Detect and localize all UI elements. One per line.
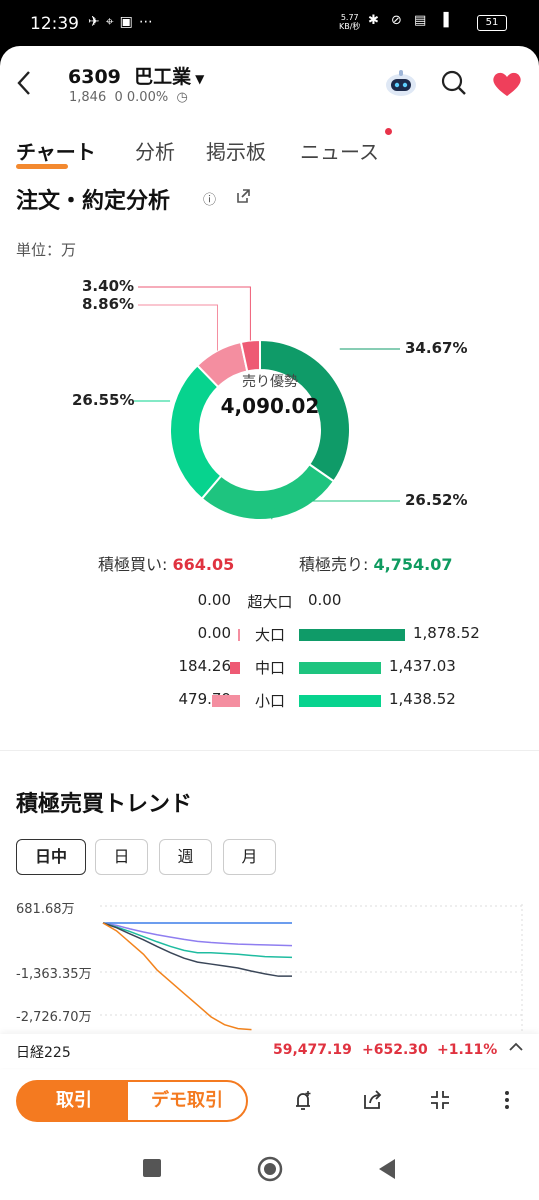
sell-amount: 0.00: [308, 591, 342, 609]
donut-label: 3.40%: [82, 277, 135, 295]
stock-code: 6309: [68, 66, 121, 88]
order-analysis-title: 注文・約定分析: [16, 189, 171, 214]
y-tick-label: 681.68万: [16, 902, 75, 917]
order-size-label: 小口: [254, 692, 285, 710]
buy-bar: [212, 695, 240, 707]
tab-analysis[interactable]: 分析: [135, 136, 175, 165]
sell-bar: [299, 629, 405, 641]
order-size-row: 479.79 小口 1,438.52: [0, 690, 539, 712]
index-value: 59,477.19: [273, 1042, 352, 1058]
order-size-row: 0.00 大口 1,878.52: [0, 624, 539, 646]
tab-news[interactable]: ニュース: [300, 136, 379, 165]
trend-series-line: [102, 922, 293, 959]
stock-name: 巴工業: [134, 66, 192, 88]
unit-label: 単位：万: [16, 241, 77, 259]
sell-amount: 1,438.52: [389, 690, 456, 708]
network-speed-unit: KB/秒: [339, 22, 361, 31]
demo-trade-button[interactable]: デモ取引: [126, 1080, 248, 1122]
export-icon[interactable]: [235, 188, 251, 204]
buy-amount: 0.00: [197, 624, 231, 642]
order-size-label: 中口: [254, 659, 285, 677]
battery-icon: 51: [477, 15, 507, 31]
active-buy-value: 664.05: [172, 555, 235, 574]
active-tab-indicator: [16, 164, 68, 169]
price: 1,846: [69, 90, 107, 105]
donut-slice: [200, 462, 336, 521]
price-line: 1,846 0 0.00% ◷: [69, 90, 188, 105]
active-sell-summary: 積極売り: 4,754.07: [299, 551, 452, 575]
system-navigation-bar: [0, 1146, 539, 1200]
recent-apps-icon[interactable]: [143, 1159, 161, 1177]
donut-leader-line: [138, 286, 251, 341]
active-buy-label: 積極買い:: [98, 555, 168, 574]
app-screen: 6309 巴工業 ▼ 1,846 0 0.00% ◷ チャート 分析 掲示板 ニュ…: [0, 46, 539, 1146]
alert-bell-icon[interactable]: [291, 1088, 315, 1112]
section-divider: [0, 750, 539, 751]
active-sell-value: 4,754.07: [373, 555, 453, 574]
tab-bar: チャート 分析 掲示板 ニュース: [0, 132, 539, 172]
sell-bar: [299, 695, 381, 707]
share-icon[interactable]: [361, 1088, 385, 1112]
index-change-pct: +1.11%: [437, 1042, 498, 1058]
collapse-icon[interactable]: [428, 1088, 452, 1112]
index-name: 日経225: [16, 1045, 71, 1061]
buy-bar: [230, 662, 240, 674]
order-size-label: 超大口: [247, 593, 293, 611]
donut-label: 26.55%: [72, 391, 135, 409]
dominance-value: 4,090.02: [220, 394, 320, 418]
trend-series-line: [102, 922, 292, 977]
donut-label: 8.86%: [82, 295, 135, 313]
sell-amount: 1,878.52: [413, 624, 480, 642]
clock-icon: ◷: [176, 90, 188, 105]
network-speed-value: 5.77: [340, 13, 359, 22]
donut-leader-line: [138, 304, 218, 351]
back-nav-icon[interactable]: [377, 1158, 397, 1180]
favorite-heart-icon[interactable]: [492, 71, 522, 97]
system-icons: ✱ ⊘ ▤ ▐: [368, 13, 453, 28]
buy-amount: 0.00: [197, 591, 231, 609]
buy-amount: 184.26: [178, 657, 232, 675]
trend-title: 積極売買トレンド: [16, 792, 193, 817]
more-options-icon[interactable]: [495, 1088, 519, 1112]
order-size-row: 184.26 中口 1,437.03: [0, 657, 539, 679]
index-change: +652.30: [362, 1042, 428, 1058]
network-speed: 5.77 KB/秒: [339, 13, 360, 31]
order-size-row: 0.00 超大口 0.00: [0, 591, 539, 613]
stock-title[interactable]: 6309 巴工業 ▼: [68, 62, 204, 89]
active-sell-label: 積極売り:: [299, 555, 369, 574]
tab-board[interactable]: 掲示板: [206, 136, 266, 165]
search-icon[interactable]: [441, 70, 467, 96]
sell-amount: 1,437.03: [389, 657, 456, 675]
home-icon[interactable]: [257, 1156, 283, 1182]
trade-button[interactable]: 取引: [16, 1080, 132, 1122]
notification-icons: ✈⌖▣⋯: [88, 14, 159, 30]
period-week-button[interactable]: 週: [159, 839, 212, 875]
index-ticker[interactable]: 日経225 59,477.19 +652.30 +1.11%: [0, 1034, 539, 1068]
donut-label: 26.52%: [405, 491, 468, 509]
dominance-label: 売り優勢: [242, 374, 298, 390]
status-time: 12:39: [30, 14, 79, 34]
price-change-pct: 0.00%: [126, 90, 169, 105]
tab-chart[interactable]: チャート: [16, 136, 96, 165]
period-month-button[interactable]: 月: [223, 839, 276, 875]
status-bar: 12:39 ✈⌖▣⋯ 5.77 KB/秒 ✱ ⊘ ▤ ▐ 51: [0, 0, 539, 48]
price-change: 0: [114, 90, 123, 105]
sell-bar: [299, 662, 381, 674]
y-tick-label: -2,726.70万: [16, 1010, 92, 1025]
back-icon[interactable]: [14, 68, 34, 104]
bottom-action-bar: 取引 デモ取引: [0, 1070, 539, 1146]
robot-assistant-icon[interactable]: [384, 68, 418, 98]
chevron-up-icon[interactable]: [507, 1038, 525, 1056]
active-buy-summary: 積極買い: 664.05: [98, 551, 234, 575]
news-notification-dot: [385, 128, 392, 135]
info-icon[interactable]: ⓘ: [203, 189, 216, 208]
order-size-label: 大口: [254, 626, 285, 644]
period-intraday-button[interactable]: 日中: [16, 839, 86, 875]
y-tick-label: -1,363.35万: [16, 967, 92, 982]
caret-down-icon: ▼: [195, 72, 205, 86]
period-day-button[interactable]: 日: [95, 839, 148, 875]
donut-label: 34.67%: [405, 339, 468, 357]
